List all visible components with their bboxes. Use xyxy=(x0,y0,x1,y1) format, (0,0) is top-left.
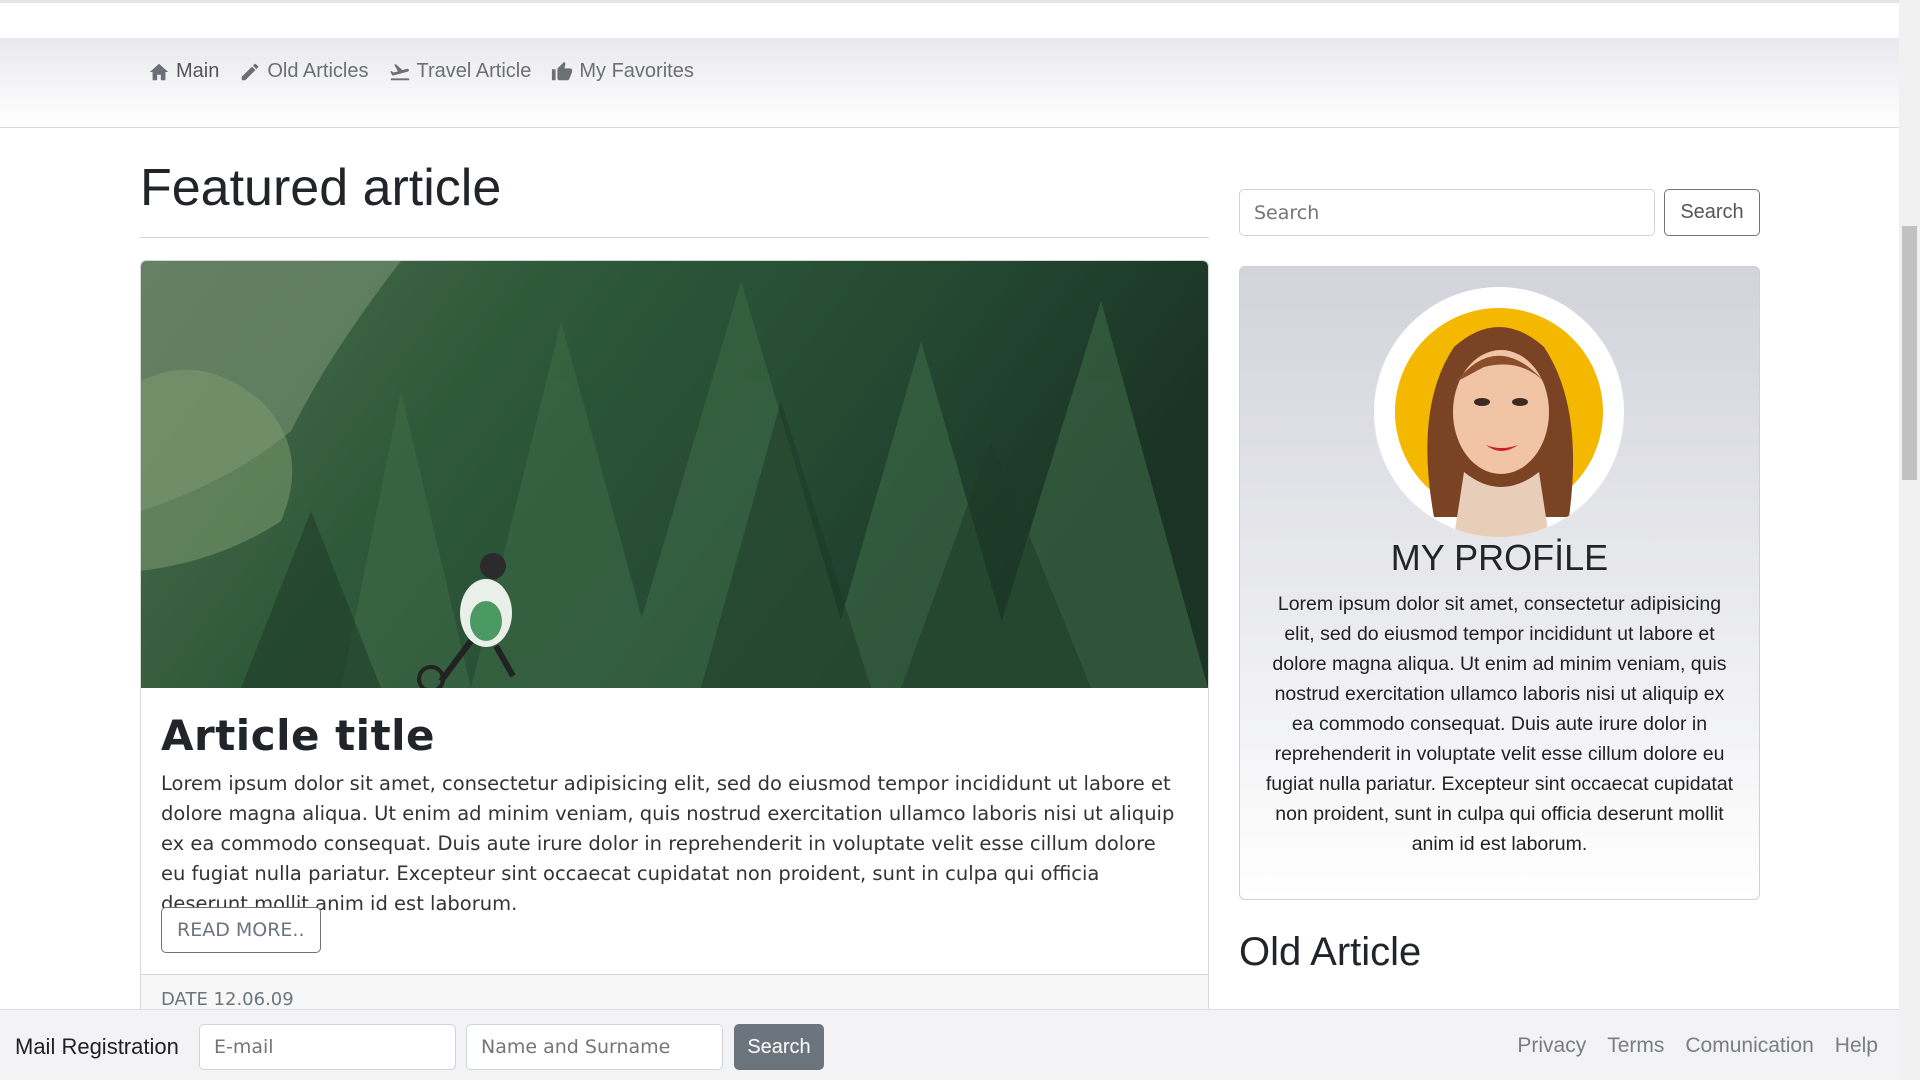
article-title: Article title xyxy=(161,711,436,760)
nav-menu: Main Old Articles Travel Article My Favo… xyxy=(148,60,694,83)
scrollbar-track[interactable] xyxy=(1899,0,1920,1080)
read-more-button[interactable]: READ MORE.. xyxy=(161,907,321,953)
nav-item-travel-article[interactable]: Travel Article xyxy=(389,60,532,83)
footer-search-button[interactable]: Search xyxy=(734,1024,824,1070)
title-divider xyxy=(140,237,1209,238)
thumbs-up-icon xyxy=(552,61,573,80)
old-article-title: Old Article xyxy=(1239,930,1422,974)
plane-icon xyxy=(389,63,409,80)
nav-item-label: Main xyxy=(176,60,220,82)
footer-link-comunication[interactable]: Comunication xyxy=(1685,1034,1813,1058)
name-surname-field[interactable] xyxy=(466,1024,723,1070)
footer-link-privacy[interactable]: Privacy xyxy=(1517,1034,1586,1058)
scrollbar-thumb[interactable] xyxy=(1902,226,1917,480)
article-text: Lorem ipsum dolor sit amet, consectetur … xyxy=(161,772,1175,915)
nav-item-label: My Favorites xyxy=(579,60,694,82)
profile-card: MY PROFİLE Lorem ipsum dolor sit amet, c… xyxy=(1239,266,1760,900)
footer-link-help[interactable]: Help xyxy=(1835,1034,1878,1058)
search-button[interactable]: Search xyxy=(1664,189,1760,236)
profile-title: MY PROFİLE xyxy=(1390,537,1609,578)
footer-link-terms[interactable]: Terms xyxy=(1607,1034,1664,1058)
featured-article-card: Article title Lorem ipsum dolor sit amet… xyxy=(140,260,1209,1020)
profile-description: Lorem ipsum dolor sit amet, consectetur … xyxy=(1265,593,1734,855)
mail-registration-label: Mail Registration xyxy=(15,1034,179,1059)
email-field[interactable] xyxy=(199,1024,456,1070)
article-image xyxy=(141,261,1208,688)
nav-item-my-favorites[interactable]: My Favorites xyxy=(551,60,694,83)
footer-links: Privacy Terms Comunication Help xyxy=(1517,1034,1878,1058)
avatar xyxy=(1374,287,1624,537)
home-icon xyxy=(149,63,169,80)
footer-bar: Mail Registration Search Privacy Terms C… xyxy=(0,1009,1899,1080)
navbar: Main Old Articles Travel Article My Favo… xyxy=(0,38,1899,128)
nav-item-label: Travel Article xyxy=(416,60,532,82)
top-strip xyxy=(0,0,1899,38)
article-date: DATE 12.06.09 xyxy=(161,989,294,1010)
pencil-icon xyxy=(242,63,259,80)
nav-item-label: Old Articles xyxy=(267,60,369,82)
nav-item-main[interactable]: Main xyxy=(148,60,219,83)
search-input[interactable] xyxy=(1239,189,1655,236)
nav-item-old-articles[interactable]: Old Articles xyxy=(239,60,369,83)
page-title: Featured article xyxy=(140,159,502,217)
